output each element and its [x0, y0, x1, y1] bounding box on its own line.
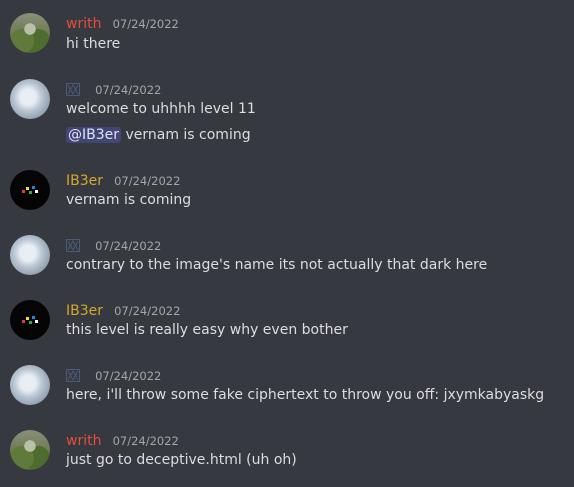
message-header: IB3er 07/24/2022	[66, 170, 180, 190]
message-text: hi there	[66, 36, 121, 52]
timestamp: 07/24/2022	[95, 83, 162, 97]
message-text: welcome to uhhhh level 11	[66, 101, 256, 117]
message-text: @IB3er vernam is coming	[66, 127, 251, 143]
message-text: vernam is coming	[66, 192, 192, 208]
message-text: just go to deceptive.html (uh oh)	[66, 452, 297, 468]
message-header: 07/24/2022	[56, 365, 161, 385]
timestamp: 07/24/2022	[112, 434, 179, 448]
message-text: this level is really easy why even bothe…	[66, 322, 348, 338]
message: writh 07/24/2022 just go to deceptive.ht…	[0, 430, 574, 480]
message-header: 07/24/2022	[56, 79, 161, 99]
avatar[interactable]	[10, 430, 50, 470]
author-name[interactable]: IB3er	[66, 173, 103, 189]
message: IB3er 07/24/2022 vernam is coming	[0, 170, 574, 220]
mention-line-text: vernam is coming	[121, 127, 251, 143]
timestamp: 07/24/2022	[95, 369, 162, 383]
message: 07/24/2022 contrary to the image's name …	[0, 235, 574, 285]
avatar[interactable]	[10, 300, 50, 340]
message-text: here, i'll throw some fake ciphertext to…	[66, 387, 545, 403]
user-mention[interactable]: @IB3er	[66, 127, 122, 143]
avatar[interactable]	[10, 170, 50, 210]
author-name[interactable]: writh	[66, 433, 101, 449]
avatar[interactable]	[10, 235, 50, 275]
message-header: writh 07/24/2022	[66, 13, 179, 33]
unknown-glyph-icon[interactable]	[66, 83, 80, 96]
message: 07/24/2022 welcome to uhhhh level 11 @IB…	[0, 79, 574, 149]
message-header: writh 07/24/2022	[66, 430, 179, 450]
timestamp: 07/24/2022	[114, 174, 181, 188]
message: writh 07/24/2022 hi there	[0, 13, 574, 63]
timestamp: 07/24/2022	[112, 17, 179, 31]
author-name[interactable]: IB3er	[66, 303, 103, 319]
avatar-logo-icon	[22, 315, 38, 325]
timestamp: 07/24/2022	[95, 239, 162, 253]
message-header: IB3er 07/24/2022	[66, 300, 180, 320]
timestamp: 07/24/2022	[114, 304, 181, 318]
unknown-glyph-icon[interactable]	[66, 369, 80, 382]
unknown-glyph-icon[interactable]	[66, 239, 80, 252]
author-name[interactable]: writh	[66, 16, 101, 32]
avatar[interactable]	[10, 13, 50, 53]
avatar[interactable]	[10, 79, 50, 119]
avatar-logo-icon	[22, 185, 38, 195]
message-header: 07/24/2022	[56, 235, 161, 255]
message: 07/24/2022 here, i'll throw some fake ci…	[0, 365, 574, 415]
message-text: contrary to the image's name its not act…	[66, 257, 488, 273]
message: IB3er 07/24/2022 this level is really ea…	[0, 300, 574, 350]
avatar[interactable]	[10, 365, 50, 405]
